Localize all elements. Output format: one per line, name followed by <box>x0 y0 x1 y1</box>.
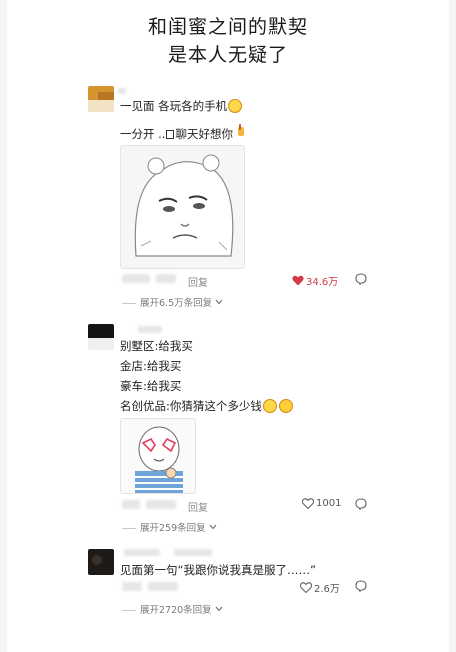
avatar[interactable] <box>88 549 114 575</box>
post-title-line-1: 和闺蜜之间的默契 <box>147 16 308 38</box>
like-button[interactable]: 1001 <box>302 498 341 509</box>
crying-laughing-emoji-icon <box>262 399 277 413</box>
heart-icon <box>300 582 312 593</box>
expand-replies-button[interactable]: 展开259条回复 <box>122 520 217 534</box>
timestamp-blurred <box>122 500 140 509</box>
chevron-down-icon <box>215 606 223 612</box>
location-blurred <box>148 582 178 591</box>
chevron-down-icon <box>209 524 217 530</box>
chevron-down-icon <box>215 299 223 305</box>
sticker-image[interactable] <box>120 418 196 494</box>
ok-hand-emoji-icon <box>278 399 293 413</box>
comment-text: 见面第一句“我跟你说我真是服了……” <box>120 563 316 577</box>
comment-bubble-button[interactable] <box>355 580 367 592</box>
comment-bubble-icon <box>355 498 367 510</box>
expand-replies-label: 展开2720条回复 <box>140 605 212 616</box>
laughing-emoji-icon <box>228 99 243 113</box>
like-count: 1001 <box>316 498 342 509</box>
hand-gesture-icon <box>236 124 246 141</box>
comment-text: 金店:给我买 <box>120 359 182 373</box>
expand-replies-label: 展开259条回复 <box>140 523 206 534</box>
username-blurred <box>138 326 162 333</box>
sticker-image[interactable] <box>120 145 245 269</box>
comment-bubble-icon <box>355 580 367 592</box>
like-count: 34.6万 <box>306 277 339 288</box>
timestamp-blurred <box>122 274 150 283</box>
post-title-line-2: 是本人无疑了 <box>167 44 288 66</box>
comment-text: 豪车:给我买 <box>120 379 182 393</box>
reply-button[interactable]: 回复 <box>188 499 208 514</box>
missing-glyph-icon <box>166 130 175 139</box>
username-blurred <box>124 549 160 556</box>
comment-text: 一见面 各玩各的手机 <box>120 98 243 114</box>
comment-text: 名创优品:你猜猜这个多少钱 <box>120 398 293 414</box>
expand-replies-label: 展开6.5万条回复 <box>140 298 213 309</box>
comment-text: 一分开 .. 聊天好想你 <box>120 124 246 142</box>
comment-bubble-button[interactable] <box>355 273 367 285</box>
avatar[interactable] <box>88 324 114 350</box>
comment-bubble-button[interactable] <box>355 498 367 510</box>
reply-button[interactable]: 回复 <box>188 274 208 289</box>
username-blurred <box>118 88 126 94</box>
location-blurred <box>146 500 176 509</box>
like-count: 2.6万 <box>314 584 340 595</box>
avatar[interactable] <box>88 86 114 112</box>
comment-text: 别墅区:给我买 <box>120 339 193 353</box>
location-blurred <box>156 274 176 283</box>
username-blurred <box>174 549 212 556</box>
heart-icon <box>292 275 304 286</box>
timestamp-blurred <box>122 582 142 591</box>
like-button[interactable]: 34.6万 <box>292 273 338 288</box>
comment-bubble-icon <box>355 273 367 285</box>
heart-icon <box>302 498 314 509</box>
expand-replies-button[interactable]: 展开2720条回复 <box>122 602 223 616</box>
expand-replies-button[interactable]: 展开6.5万条回复 <box>122 295 223 309</box>
like-button[interactable]: 2.6万 <box>300 580 340 595</box>
page: 和闺蜜之间的默契 是本人无疑了 一见面 各玩各的手机 一分开 ..聊天好想你 <box>0 0 456 652</box>
